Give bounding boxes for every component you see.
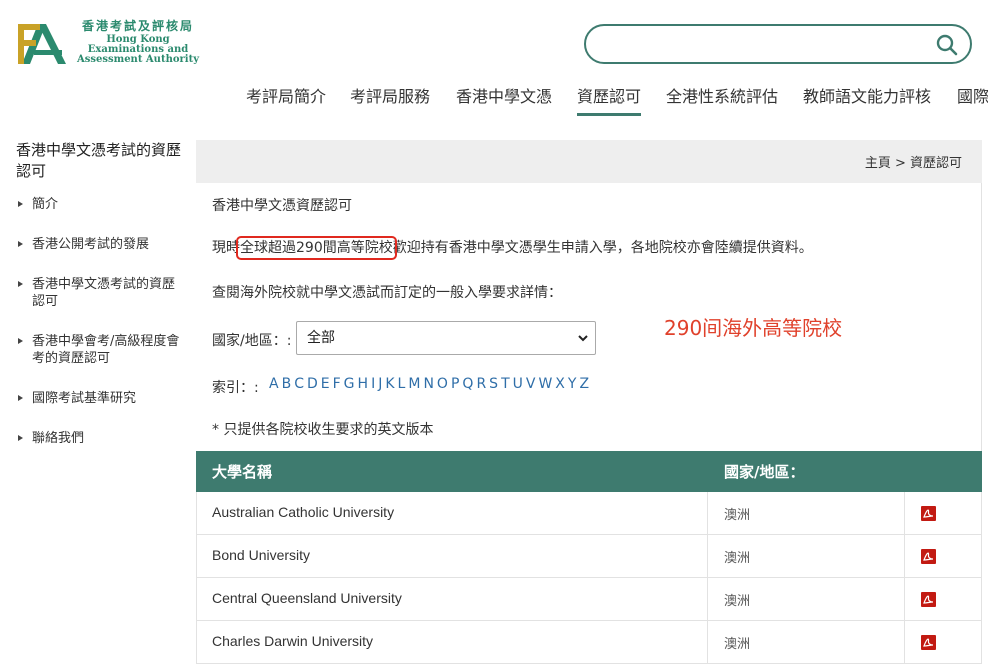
letter-link[interactable]: J (378, 376, 382, 392)
column-header-country: 國家/地區： (724, 463, 805, 481)
letter-link[interactable]: K (385, 376, 394, 392)
logo-text: 香港考試及評核局 Hong Kong Examinations and Asse… (76, 20, 200, 65)
letter-link[interactable]: P (451, 376, 459, 392)
sidebar-menu: 簡介 香港公開考試的發展 香港中學文憑考試的資歷認可 香港中學會考/高級程度會考… (16, 190, 186, 447)
logo-en-line: Assessment Authority (76, 54, 200, 65)
highlight-box: 全球超過290間高等院校 (236, 236, 397, 260)
column-divider (904, 492, 905, 535)
table-row: Australian Catholic University 澳洲 (196, 492, 982, 535)
breadcrumb[interactable]: 主頁 > 資歷認可 (865, 152, 962, 171)
country-cell: 澳洲 (724, 551, 751, 566)
university-name-link[interactable]: Charles Darwin University (212, 633, 373, 649)
nav-item-hkdse[interactable]: 香港中學文憑 (456, 86, 552, 116)
column-divider (904, 621, 905, 664)
intro-text: 現時全球超過290間高等院校歡迎持有香港中學文憑學生申請入學，各地院校亦會陸續提… (212, 236, 813, 260)
letter-link[interactable]: B (282, 376, 292, 392)
table-header: 大學名稱 國家/地區： (196, 451, 982, 492)
sidebar-item-contact[interactable]: 聯絡我們 (16, 430, 186, 447)
letter-link[interactable]: N (423, 376, 433, 392)
column-divider (707, 535, 708, 578)
sidebar-item-intro[interactable]: 簡介 (16, 196, 186, 213)
country-label: 國家/地區：: (212, 333, 292, 349)
column-divider (904, 578, 905, 621)
letter-link[interactable]: D (307, 376, 318, 392)
overseas-note: 查閱海外院校就中學文憑試而訂定的一般入學要求詳情： (212, 285, 562, 301)
chevron-down-icon (578, 335, 588, 342)
letter-link[interactable]: L (398, 376, 406, 392)
letter-link[interactable]: S (489, 376, 498, 392)
breadcrumb-bar: 主頁 > 資歷認可 (196, 140, 982, 183)
pdf-icon[interactable] (921, 592, 936, 607)
sidebar-item-benchmark[interactable]: 國際考試基準研究 (16, 390, 186, 407)
nav-item-about[interactable]: 考評局簡介 (246, 86, 326, 116)
letter-link[interactable]: H (358, 376, 369, 392)
letter-link[interactable]: M (408, 376, 420, 392)
nav-item-tsa[interactable]: 全港性系統評估 (666, 86, 778, 116)
letter-link[interactable]: U (513, 376, 523, 392)
letter-link[interactable]: Q (462, 376, 473, 392)
letter-link[interactable]: Z (579, 376, 589, 392)
letter-link[interactable]: W (538, 376, 552, 392)
main-nav: 考評局簡介 考評局服務 香港中學文憑 資歷認可 全港性系統評估 教師語文能力評核… (0, 86, 988, 116)
nav-item-lpat[interactable]: 教師語文能力評核 (803, 86, 931, 116)
country-select-value: 全部 (307, 330, 335, 346)
country-cell: 澳洲 (724, 508, 751, 523)
pdf-icon[interactable] (921, 549, 936, 564)
country-cell: 澳洲 (724, 637, 751, 652)
main-content-frame (196, 183, 982, 451)
nav-item-services[interactable]: 考評局服務 (350, 86, 430, 116)
table-row: Central Queensland University 澳洲 (196, 578, 982, 621)
letter-link[interactable]: Y (568, 376, 577, 392)
nav-item-recognition[interactable]: 資歷認可 (577, 86, 642, 116)
pdf-icon[interactable] (921, 635, 936, 650)
letter-link[interactable]: O (437, 376, 448, 392)
intro-prefix: 現時 (212, 240, 240, 256)
sidebar-title: 香港中學文憑考試的資歷認可 (16, 141, 182, 180)
table-row: Charles Darwin University 澳洲 (196, 621, 982, 664)
pdf-icon[interactable] (921, 506, 936, 521)
column-divider (707, 578, 708, 621)
university-name-link[interactable]: Australian Catholic University (212, 504, 394, 520)
letter-link[interactable]: G (344, 376, 355, 392)
sidebar-item-development[interactable]: 香港公開考試的發展 (16, 236, 186, 253)
nav-item-international[interactable]: 國際 (957, 86, 988, 116)
sidebar-item-hkdse-recognition[interactable]: 香港中學文憑考試的資歷認可 (16, 276, 186, 310)
letter-link[interactable]: X (555, 376, 565, 392)
index-label: 索引：: (212, 380, 259, 396)
table-row: Bond University 澳洲 (196, 535, 982, 578)
university-name-link[interactable]: Bond University (212, 547, 310, 563)
letter-index: ABCDEFGHIJKLMNOPQRSTUVWXYZ (269, 376, 592, 392)
letter-link[interactable]: E (321, 376, 330, 392)
logo-cn: 香港考試及評核局 (81, 19, 194, 33)
letter-link[interactable]: F (333, 376, 341, 392)
letter-link[interactable]: C (294, 376, 304, 392)
annotation-text: 290间海外高等院校 (664, 316, 843, 340)
country-select[interactable]: 全部 (296, 321, 596, 355)
letter-link[interactable]: R (476, 376, 486, 392)
letter-link[interactable]: I (371, 376, 375, 392)
sidebar-item-hkcee-recognition[interactable]: 香港中學會考/高級程度會考的資歷認可 (16, 333, 186, 367)
university-name-link[interactable]: Central Queensland University (212, 590, 402, 606)
search-icon[interactable] (936, 34, 958, 56)
page-heading: 香港中學文憑資歷認可 (212, 198, 352, 214)
letter-link[interactable]: V (526, 376, 536, 392)
column-divider (707, 492, 708, 535)
column-header-university: 大學名稱 (212, 463, 273, 481)
hkeaa-logo[interactable]: 香港考試及評核局 Hong Kong Examinations and Asse… (16, 20, 200, 68)
letter-link[interactable]: T (501, 376, 510, 392)
hkeaa-logo-mark (18, 24, 66, 64)
search-input[interactable] (584, 24, 972, 64)
english-version-note: * 只提供各院校收生要求的英文版本 (212, 422, 434, 438)
column-divider (904, 535, 905, 578)
intro-suffix: 歡迎持有香港中學文憑學生申請入學，各地院校亦會陸續提供資料。 (392, 240, 813, 256)
country-cell: 澳洲 (724, 594, 751, 609)
column-divider (707, 621, 708, 664)
letter-link[interactable]: A (269, 376, 279, 392)
